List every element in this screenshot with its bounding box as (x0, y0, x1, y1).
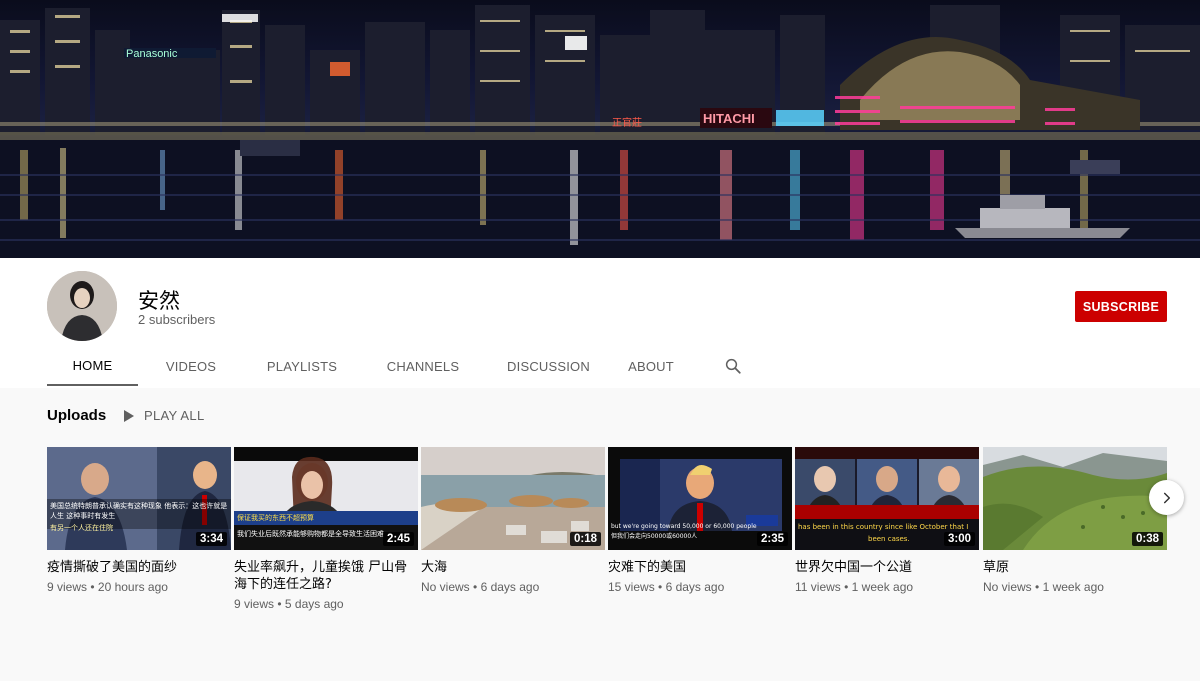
video-views: 11 views (795, 580, 841, 594)
video-age: 20 hours ago (97, 580, 168, 594)
video-thumbnail[interactable]: 0:18 (421, 447, 605, 550)
video-title[interactable]: 草原 (983, 559, 1167, 576)
banner-sign-chinese: 正官莊 (612, 116, 642, 129)
video-age: 1 week ago (1042, 580, 1104, 594)
banner-sign-hitachi: HITACHI (703, 111, 755, 126)
subscriber-count: 2 subscribers (138, 312, 216, 327)
thumbnail-caption: has been in this country since like Octo… (798, 523, 969, 531)
video-views: 9 views (234, 597, 275, 611)
thumbnail-caption: but we're going toward 50,000 or 60,000 … (611, 523, 757, 530)
thumbnail-caption: 美国总统特朗普承认确实有这种现象 他表示：这也许就是人生 这种事时有发生 (50, 502, 228, 520)
video-age: 5 days ago (284, 597, 344, 611)
video-meta: 15 views • 6 days ago (608, 580, 725, 594)
play-all-label: PLAY ALL (144, 408, 205, 423)
video-card[interactable]: but we're going toward 50,000 or 60,000 … (608, 447, 792, 594)
search-icon (725, 358, 741, 374)
video-thumbnail[interactable]: has been in this country since like Octo… (795, 447, 979, 550)
video-duration: 3:00 (943, 532, 975, 546)
shelf-next-button[interactable] (1149, 480, 1184, 515)
video-age: 1 week ago (851, 580, 914, 594)
banner-skyline-image: Panasonic HITACHI 正官莊 (0, 5, 1200, 258)
video-card[interactable]: 美国总统特朗普承认确实有这种现象 他表示：这也许就是人生 这种事时有发生 有另一… (47, 447, 231, 594)
video-duration: 2:35 (756, 532, 788, 546)
video-title[interactable]: 世界欠中国一个公道 (795, 559, 979, 576)
video-card[interactable]: 0:38 草原 No views • 1 week ago (983, 447, 1167, 594)
thumbnail-caption: 保证我买的东西不超预算 (237, 514, 314, 522)
video-card[interactable]: 保证我买的东西不超预算 我们失业后既然承能够购物都是全导致生活困难 2:45 失… (234, 447, 418, 611)
video-thumbnail[interactable]: 保证我买的东西不超预算 我们失业后既然承能够购物都是全导致生活困难 2:45 (234, 447, 418, 550)
video-duration: 3:34 (195, 532, 227, 546)
tab-home[interactable]: HOME (47, 346, 138, 386)
play-all-button[interactable]: PLAY ALL (124, 408, 204, 423)
channel-header: 安然 2 subscribers SUBSCRIBE HOME VIDEOS P… (0, 258, 1200, 388)
play-icon (124, 409, 134, 422)
video-thumbnail[interactable]: 0:38 (983, 447, 1167, 550)
video-title[interactable]: 疫情撕破了美国的面纱 (47, 559, 231, 576)
channel-banner: Panasonic HITACHI 正官莊 (0, 0, 1200, 258)
channel-tabs: HOME VIDEOS PLAYLISTS CHANNELS DISCUSSIO… (47, 346, 753, 386)
video-title[interactable]: 大海 (421, 559, 605, 576)
channel-avatar[interactable] (47, 271, 117, 341)
video-age: 6 days ago (665, 580, 725, 594)
video-duration: 2:45 (382, 532, 414, 546)
video-views: 9 views (47, 580, 88, 594)
video-card[interactable]: 0:18 大海 No views • 6 days ago (421, 447, 605, 594)
video-meta: No views • 6 days ago (421, 580, 540, 594)
banner-sign-panasonic: Panasonic (126, 48, 178, 60)
video-duration: 0:38 (1131, 532, 1163, 546)
video-meta: No views • 1 week ago (983, 580, 1104, 594)
video-views: No views (421, 580, 470, 594)
tab-playlists[interactable]: PLAYLISTS (244, 346, 360, 386)
video-views: No views (983, 580, 1032, 594)
tab-about[interactable]: ABOUT (611, 346, 691, 386)
video-meta: 11 views • 1 week ago (795, 580, 914, 594)
video-meta: 9 views • 5 days ago (234, 597, 344, 611)
video-card[interactable]: has been in this country since like Octo… (795, 447, 979, 594)
channel-search-button[interactable] (713, 346, 753, 386)
subscribe-button[interactable]: SUBSCRIBE (1075, 291, 1167, 322)
video-views: 15 views (608, 580, 655, 594)
video-thumbnail[interactable]: 美国总统特朗普承认确实有这种现象 他表示：这也许就是人生 这种事时有发生 有另一… (47, 447, 231, 550)
video-title[interactable]: 失业率飙升，儿童挨饿 尸山骨海下的连任之路? (234, 559, 418, 593)
video-duration: 0:18 (569, 532, 601, 546)
tab-discussion[interactable]: DISCUSSION (486, 346, 611, 386)
chevron-right-icon (1163, 492, 1170, 503)
video-age: 6 days ago (480, 580, 540, 594)
channel-name: 安然 (138, 289, 180, 313)
video-title[interactable]: 灾难下的美国 (608, 559, 792, 576)
video-thumbnail[interactable]: but we're going toward 50,000 or 60,000 … (608, 447, 792, 550)
tab-videos[interactable]: VIDEOS (138, 346, 244, 386)
uploads-shelf-title[interactable]: Uploads (47, 407, 106, 424)
video-meta: 9 views • 20 hours ago (47, 580, 168, 594)
tab-channels[interactable]: CHANNELS (360, 346, 486, 386)
